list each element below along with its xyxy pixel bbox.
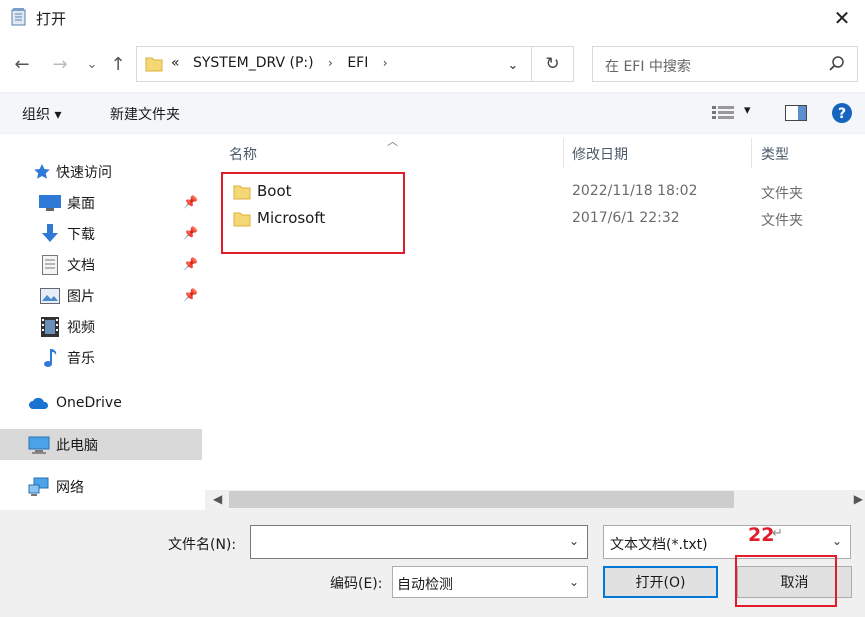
encoding-select[interactable]: 自动检测 ⌄: [392, 566, 588, 598]
return-mark-icon: ↵: [772, 526, 783, 541]
sidebar-item-label: 视频: [67, 319, 95, 336]
up-button[interactable]: ↑: [106, 50, 130, 78]
window-title: 打开: [36, 10, 67, 28]
scroll-right-icon[interactable]: ▶: [854, 492, 863, 506]
chevron-right-icon[interactable]: ›: [328, 56, 333, 70]
search-placeholder: 在 EFI 中搜索: [605, 59, 691, 75]
pin-icon: 📌: [183, 226, 198, 240]
dialog-footer: 文件名(N): ⌄ 文本文档(*.txt) ⌄ 22 ↵ 编码(E): 自动检测…: [0, 510, 865, 617]
breadcrumb-item-drive[interactable]: SYSTEM_DRV (P:): [193, 55, 314, 71]
breadcrumb-prefix[interactable]: «: [171, 55, 180, 71]
breadcrumb: « SYSTEM_DRV (P:) › EFI ›: [171, 55, 398, 71]
preview-pane-icon[interactable]: [785, 105, 807, 125]
column-header-type[interactable]: 类型: [761, 144, 789, 164]
annotation-number: 22: [748, 524, 775, 546]
chevron-right-icon[interactable]: ›: [383, 56, 388, 70]
navigation-pane: 快速访问 桌面 📌 下载 📌 文档 📌 图片 📌 视频 音乐 OneDrive …: [0, 134, 205, 510]
forward-button[interactable]: →: [48, 50, 72, 78]
close-button[interactable]: ✕: [819, 0, 865, 36]
pin-icon: 📌: [183, 195, 198, 209]
refresh-button[interactable]: ↻: [531, 47, 573, 81]
encoding-value: 自动检测: [397, 577, 453, 593]
organize-button[interactable]: 组织 ▾: [22, 104, 61, 124]
chevron-down-icon[interactable]: ⌄: [832, 534, 842, 548]
chevron-down-icon[interactable]: ⌄: [569, 575, 579, 589]
scrollbar-thumb[interactable]: [229, 491, 734, 508]
new-folder-button[interactable]: 新建文件夹: [110, 104, 180, 124]
pin-icon: 📌: [183, 257, 198, 271]
sidebar-item-label: 图片: [67, 288, 95, 305]
sidebar-item-label: 音乐: [67, 350, 95, 367]
file-list: ︿ 名称 修改日期 类型 Boot 2022/11/18 18:02 文件夹 M…: [205, 134, 865, 490]
sidebar-item-label: 桌面: [67, 195, 95, 212]
encoding-label: 编码(E):: [330, 576, 383, 592]
highlight-box: [735, 555, 837, 607]
sidebar-item-desktop[interactable]: 桌面 📌: [0, 187, 202, 218]
filetype-select[interactable]: 文本文档(*.txt) ⌄: [603, 525, 851, 559]
file-date: 2022/11/18 18:02: [572, 183, 698, 199]
back-button[interactable]: ←: [10, 50, 34, 78]
view-dropdown-button[interactable]: ▾: [744, 103, 751, 118]
video-icon: [39, 316, 61, 337]
horizontal-scrollbar[interactable]: ◀ ▶: [205, 490, 865, 510]
search-icon[interactable]: [828, 55, 845, 76]
network-icon: [28, 477, 50, 497]
folder-icon: [145, 55, 163, 77]
address-bar[interactable]: « SYSTEM_DRV (P:) › EFI › ⌄ ↻: [136, 46, 574, 82]
computer-icon: [28, 435, 50, 455]
column-divider[interactable]: [751, 138, 752, 168]
breadcrumb-item-efi[interactable]: EFI: [347, 55, 368, 71]
sidebar-item-onedrive[interactable]: OneDrive: [0, 387, 202, 418]
recent-locations-button[interactable]: ⌄: [80, 50, 104, 78]
sidebar-item-pictures[interactable]: 图片 📌: [0, 280, 202, 311]
cloud-icon: [28, 393, 50, 413]
filetype-value: 文本文档(*.txt): [610, 537, 708, 553]
svg-text:?: ?: [838, 106, 846, 122]
sidebar-item-label: 快速访问: [56, 164, 112, 181]
sidebar-item-network[interactable]: 网络: [0, 471, 202, 502]
sidebar-item-quick-access[interactable]: 快速访问: [0, 156, 202, 187]
column-header-date[interactable]: 修改日期: [572, 144, 628, 164]
sidebar-item-this-pc[interactable]: 此电脑: [0, 429, 202, 460]
title-bar: 打开 ✕: [0, 0, 865, 36]
highlight-box: [221, 172, 405, 254]
pictures-icon: [39, 286, 61, 306]
scroll-left-icon[interactable]: ◀: [213, 492, 222, 506]
desktop-icon: [39, 193, 61, 213]
command-bar: 组织 ▾ 新建文件夹 ▾ ?: [0, 92, 865, 134]
star-icon: [31, 162, 53, 182]
column-header-name[interactable]: 名称: [229, 144, 257, 164]
navigation-bar: ← → ⌄ ↑ « SYSTEM_DRV (P:) › EFI › ⌄ ↻ 在 …: [0, 36, 865, 92]
pin-icon: 📌: [183, 288, 198, 302]
chevron-down-icon[interactable]: ⌄: [569, 534, 579, 548]
download-icon: [39, 223, 61, 244]
search-input[interactable]: 在 EFI 中搜索: [592, 46, 858, 82]
column-divider[interactable]: [563, 138, 564, 168]
file-type: 文件夹: [761, 213, 803, 229]
sort-ascending-icon: ︿: [387, 135, 398, 148]
open-button[interactable]: 打开(O): [603, 566, 718, 598]
filename-label: 文件名(N):: [168, 537, 237, 553]
file-type: 文件夹: [761, 186, 803, 202]
sidebar-item-label: 文档: [67, 257, 95, 274]
sidebar-item-label: 网络: [56, 479, 84, 496]
sidebar-item-music[interactable]: 音乐: [0, 342, 202, 373]
help-icon[interactable]: ?: [831, 102, 853, 128]
sidebar-item-label: 此电脑: [56, 437, 98, 454]
music-icon: [39, 348, 61, 368]
sidebar-item-documents[interactable]: 文档 📌: [0, 249, 202, 280]
filename-input[interactable]: ⌄: [250, 525, 588, 559]
file-date: 2017/6/1 22:32: [572, 210, 680, 226]
document-icon: [39, 254, 61, 275]
address-dropdown-button[interactable]: ⌄: [503, 54, 523, 76]
view-options-icon[interactable]: [712, 106, 734, 124]
sidebar-item-videos[interactable]: 视频: [0, 311, 202, 342]
notepad-icon: [10, 8, 28, 26]
sidebar-item-label: OneDrive: [56, 394, 122, 411]
sidebar-item-label: 下载: [67, 226, 95, 243]
sidebar-item-downloads[interactable]: 下载 📌: [0, 218, 202, 249]
